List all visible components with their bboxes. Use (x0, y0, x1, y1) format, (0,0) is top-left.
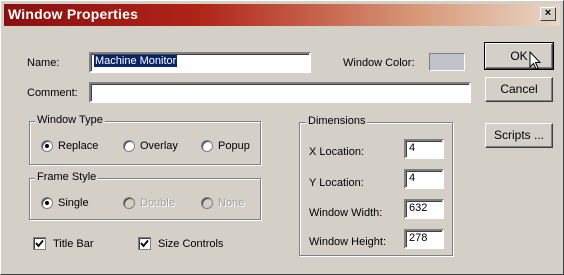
radio-none (201, 197, 213, 209)
size-controls-checkbox[interactable] (138, 237, 151, 250)
y-location-label: Y Location: (309, 177, 364, 189)
window-width-input[interactable]: 632 (404, 199, 444, 219)
window-height-label: Window Height: (309, 236, 387, 248)
frame-style-legend: Frame Style (35, 171, 99, 183)
y-location-input[interactable]: 4 (404, 169, 444, 189)
radio-popup[interactable] (201, 140, 213, 152)
comment-label: Comment: (27, 87, 78, 99)
window-properties-dialog: Window Properties × Name: Machine Monito… (0, 0, 564, 275)
radio-none-label: None (218, 197, 245, 209)
scripts-button[interactable]: Scripts ... (485, 123, 553, 148)
cancel-button[interactable]: Cancel (485, 77, 553, 102)
window-color-label: Window Color: (343, 57, 415, 69)
checkmark-icon (35, 239, 44, 248)
radio-replace[interactable] (41, 140, 53, 152)
close-button[interactable]: × (540, 7, 556, 21)
radio-replace-label: Replace (58, 140, 99, 152)
size-controls-label: Size Controls (158, 238, 224, 250)
x-location-label: X Location: (309, 146, 365, 158)
close-icon: × (544, 7, 552, 19)
name-input-value: Machine Monitor (94, 55, 178, 67)
window-type-legend: Window Type (35, 114, 105, 126)
radio-overlay-label: Overlay (140, 140, 178, 152)
title-bar[interactable]: Window Properties × (4, 4, 560, 26)
radio-overlay[interactable] (123, 140, 135, 152)
name-label: Name: (27, 57, 60, 69)
mouse-cursor-icon (529, 51, 542, 70)
checkmark-icon (140, 239, 149, 248)
comment-input[interactable] (89, 82, 471, 103)
radio-popup-label: Popup (218, 140, 250, 152)
window-color-swatch[interactable] (429, 53, 465, 71)
title-bar-label: Title Bar (53, 238, 94, 250)
radio-single[interactable] (41, 197, 53, 209)
title-bar-checkbox[interactable] (33, 237, 46, 250)
dimensions-legend: Dimensions (306, 115, 368, 127)
radio-single-label: Single (58, 197, 89, 209)
window-width-label: Window Width: (309, 207, 383, 219)
window-title: Window Properties (8, 6, 139, 22)
window-height-input[interactable]: 278 (404, 229, 444, 249)
x-location-input[interactable]: 4 (404, 139, 444, 159)
radio-double (123, 197, 135, 209)
radio-double-label: Double (140, 197, 175, 209)
name-input[interactable]: Machine Monitor (89, 52, 311, 73)
